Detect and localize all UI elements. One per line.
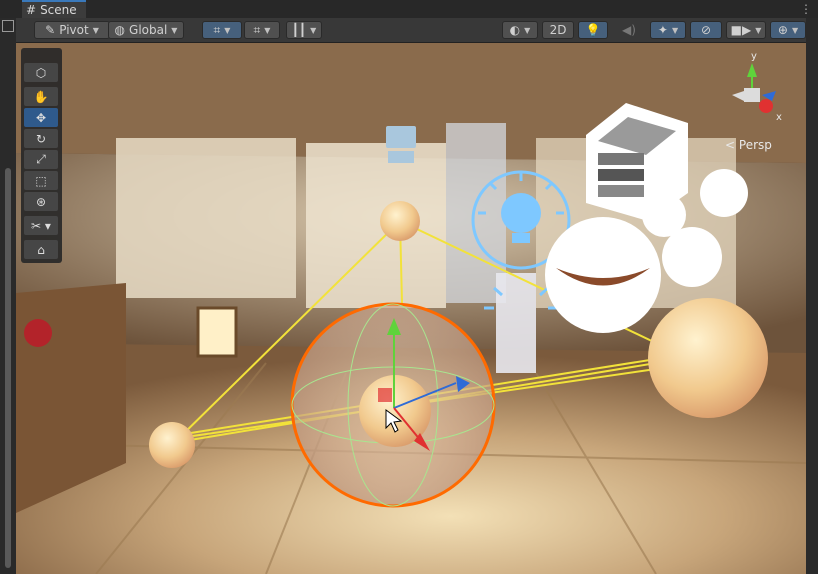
scene-toolbar: ✎ Pivot ▼ ◍ Global ▼ ⌗ ▼ ⌗ ▼ ┃┃ ▼ ◐ ▼ 2D… (16, 18, 806, 43)
scene-visibility-toggle[interactable]: ⊘ (690, 21, 722, 39)
grid-icon: ⌗ (253, 22, 261, 37)
chevron-down-icon: ▼ (92, 25, 99, 35)
chevron-down-icon: ▼ (755, 25, 762, 35)
projection-toggle[interactable]: < Persp (725, 138, 772, 152)
nodes-icon: ⌂ (37, 242, 45, 257)
perspective-icon: < (725, 138, 736, 152)
rotate-icon: ↻ (35, 131, 47, 146)
lighting-toggle[interactable]: 💡 (578, 21, 608, 39)
global-label: Global (129, 23, 168, 37)
red-object (24, 319, 52, 347)
wrench-icon: ✂ ▾ (31, 218, 51, 233)
spot-light-icon[interactable] (386, 126, 416, 163)
projection-label: Persp (738, 138, 772, 152)
chevron-down-icon: ▼ (791, 25, 799, 35)
right-panel-rail (806, 18, 818, 574)
pivot-dropdown[interactable]: ✎ Pivot ▼ (34, 21, 110, 39)
custom-tool-button[interactable]: ✂ ▾ (24, 216, 58, 235)
pivot-label: Pivot (59, 23, 89, 37)
audio-toggle[interactable]: ◀) (616, 21, 642, 39)
chevron-down-icon: ▼ (524, 25, 531, 35)
view-tool-button[interactable]: ⬡ (24, 63, 58, 82)
chevron-down-icon: ▼ (224, 25, 231, 35)
toggle-2d-label: 2D (549, 23, 567, 37)
toggle-2d-button[interactable]: 2D (542, 21, 574, 39)
component-tool-button[interactable]: ⌂ (24, 240, 58, 259)
scale-icon: ⤢ (36, 152, 46, 166)
glass-pillar (496, 273, 536, 373)
tab-scene[interactable]: # Scene (22, 0, 86, 18)
ruler-icon: ┃┃ (291, 23, 307, 37)
hand-icon: ✋ (33, 89, 49, 104)
move-tool-button[interactable]: ✥ (24, 108, 58, 127)
rect-tool-button[interactable]: ⬚ (24, 171, 58, 190)
white-sphere[interactable] (700, 169, 748, 217)
tools-overlay: ⬡ ✋ ✥ ↻ ⤢ ⬚ ⊛ ✂ ▾ ⌂ (21, 48, 62, 263)
gizmos-dropdown[interactable]: ⊕ ▼ (770, 21, 806, 39)
transform-icon: ⊛ (35, 194, 47, 209)
more-options-icon[interactable]: ⋮ (800, 2, 812, 16)
light-probe-sphere-large[interactable] (648, 298, 768, 418)
chevron-down-icon: ▼ (671, 25, 679, 35)
hand-tool-button[interactable]: ✋ (24, 87, 58, 106)
gizmo-plane-handle[interactable] (378, 388, 392, 402)
bulb-icon: 💡 (585, 23, 601, 37)
chevron-down-icon: ▼ (171, 25, 178, 35)
scene-render: y x (16, 43, 806, 574)
camera-icon: ■▶ (730, 23, 752, 37)
grid-snap-button[interactable]: ⌗ ▼ (202, 21, 242, 39)
eye-slash-icon: ⊘ (700, 23, 712, 37)
white-sphere[interactable] (545, 217, 661, 333)
shoji-panel (116, 138, 296, 298)
grid-icon: # (26, 3, 37, 17)
gizmo-globe-icon: ⊕ (777, 23, 788, 37)
pivot-icon: ✎ (45, 23, 56, 37)
light-probe-sphere[interactable] (380, 201, 420, 241)
paper-lantern (196, 306, 238, 358)
tab-scene-label: Scene (40, 3, 77, 17)
camera-dropdown[interactable]: ■▶ ▼ (726, 21, 766, 39)
layers-icon: ✦ (657, 23, 668, 37)
gizmo-y-label: y (751, 51, 757, 62)
rect-icon: ⬚ (35, 173, 47, 188)
white-sphere[interactable] (662, 227, 722, 287)
speaker-icon: ◀) (622, 23, 636, 37)
tab-bar: # Scene ⋮ (0, 0, 818, 19)
grid-snap-icon: ⌗ (213, 22, 221, 37)
globe-icon: ◍ (114, 23, 126, 37)
scrollbar[interactable] (5, 168, 11, 568)
scene-viewport[interactable]: y x (16, 43, 806, 574)
grid-visibility-button[interactable]: ⌗ ▼ (244, 21, 280, 39)
light-probe-sphere[interactable] (149, 422, 195, 468)
gizmo-x-label: x (776, 112, 782, 123)
draw-mode-dropdown[interactable]: ◐ ▼ (502, 21, 538, 39)
increment-snap-button[interactable]: ┃┃ ▼ (286, 21, 322, 39)
rotate-tool-button[interactable]: ↻ (24, 129, 58, 148)
global-dropdown[interactable]: ◍ Global ▼ (108, 21, 184, 39)
cube-icon: ⬡ (35, 65, 47, 80)
move-arrows-icon: ✥ (35, 110, 47, 125)
chevron-down-icon: ▼ (310, 25, 317, 35)
shoji-panel (306, 143, 446, 308)
maximize-icon[interactable] (2, 20, 14, 32)
chevron-down-icon: ▼ (264, 25, 271, 35)
shading-sphere-icon: ◐ (509, 23, 521, 37)
transform-tool-button[interactable]: ⊛ (24, 192, 58, 211)
effects-dropdown[interactable]: ✦ ▼ (650, 21, 686, 39)
scale-tool-button[interactable]: ⤢ (24, 150, 58, 169)
left-panel-rail (0, 18, 16, 574)
